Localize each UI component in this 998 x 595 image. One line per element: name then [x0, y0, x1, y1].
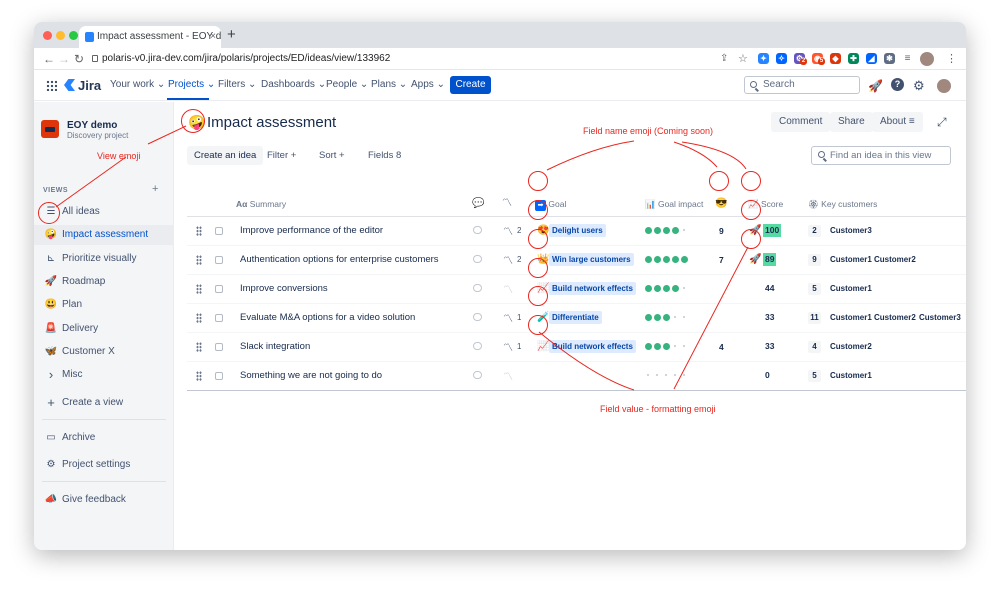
annotation-ring: [528, 229, 548, 249]
annotation-ring: [181, 109, 205, 133]
annotation-ring: [741, 171, 761, 191]
annotation-ring: [528, 200, 548, 220]
annotation-ring: [741, 200, 761, 220]
annotation-ring: [741, 229, 761, 249]
annotation-ring: [38, 202, 60, 224]
annotation-line: [147, 125, 187, 145]
annotation-ring: [528, 258, 548, 278]
annotation-lines: [55, 125, 749, 391]
annotation-ring: [528, 286, 548, 306]
annotation-line: [673, 246, 749, 390]
annotation-line: [546, 140, 635, 171]
annotation-field-value-emoji: Field value - formatting emoji: [600, 404, 716, 414]
annotation-line: [538, 331, 635, 391]
browser-window: Impact assessment - EOY demo × + ← → ↻ p…: [34, 22, 966, 550]
annotation-view-emoji: View emoji: [97, 151, 141, 161]
annotation-ring: [528, 171, 548, 191]
annotation-ring: [528, 315, 548, 335]
annotation-field-name-emoji: Field name emoji (Coming soon): [583, 126, 714, 136]
annotation-ring: [709, 171, 729, 191]
annotation-line: [673, 141, 718, 168]
annotation-line: [55, 156, 127, 208]
annotation-line: [681, 141, 747, 170]
